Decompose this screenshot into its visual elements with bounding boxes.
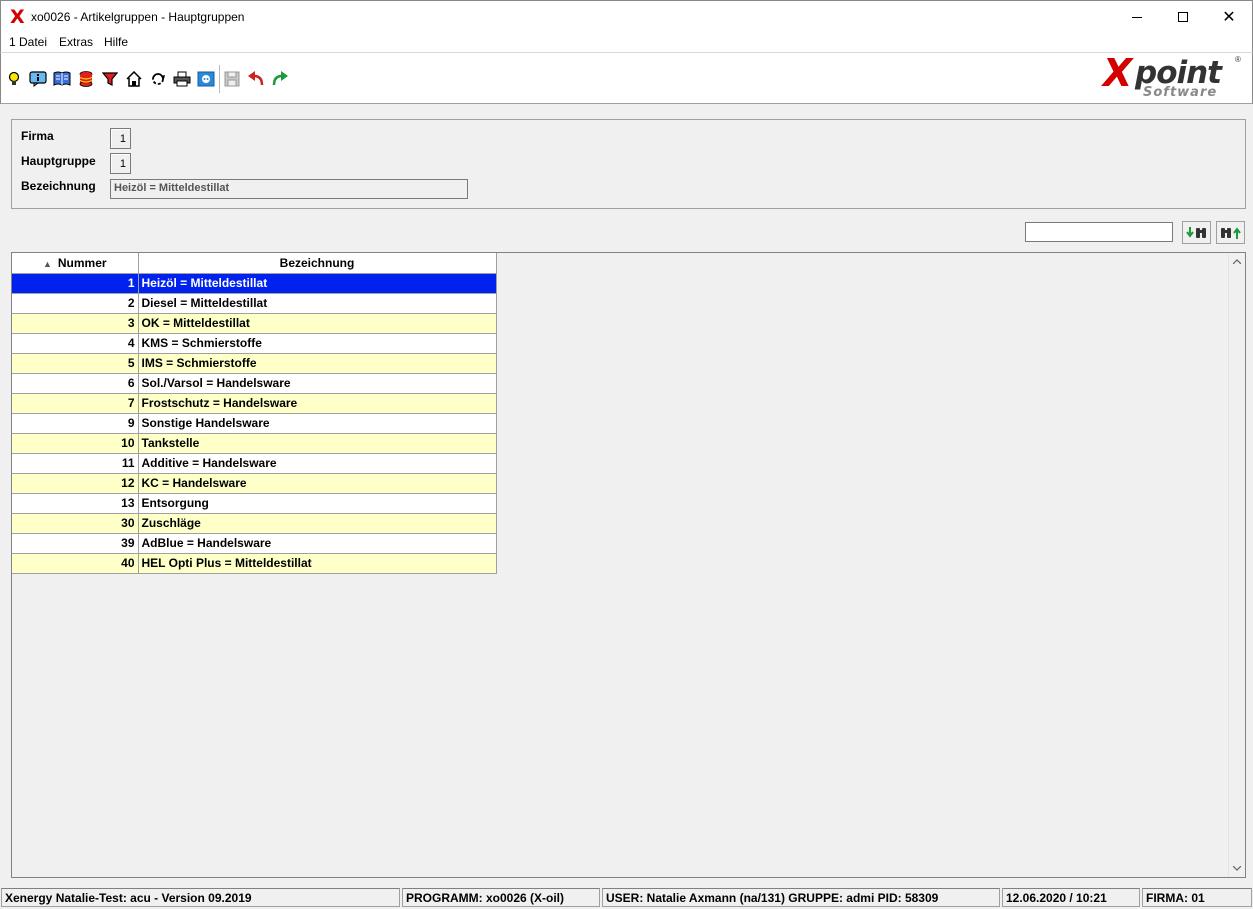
table-row[interactable]: 10 Tankstelle [12, 433, 497, 454]
find-down-icon [1185, 226, 1206, 238]
find-up-icon [1220, 226, 1241, 239]
cell-nummer[interactable]: 9 [12, 413, 139, 434]
search-input[interactable] [1025, 222, 1173, 242]
hauptgruppe-field[interactable]: 1 [110, 153, 131, 174]
cell-bezeichnung[interactable]: OK = Mitteldestillat [138, 313, 497, 334]
logo-software: Software [1143, 85, 1218, 100]
column-header-nummer-label: Nummer [57, 255, 107, 270]
print-icon[interactable] [172, 69, 192, 89]
table-row[interactable]: 7 Frostschutz = Handelsware [12, 393, 497, 414]
table-row[interactable]: 30 Zuschläge [12, 513, 497, 534]
scroll-up-icon[interactable] [1229, 253, 1245, 270]
cell-nummer[interactable]: 12 [12, 473, 139, 494]
column-header-nummer[interactable]: ▲ Nummer [12, 253, 139, 274]
undo-icon[interactable] [246, 69, 266, 89]
firma-label: Firma [21, 129, 54, 143]
scroll-down-icon[interactable] [1229, 860, 1245, 877]
toolbar-separator [219, 65, 220, 93]
book-icon[interactable] [52, 69, 72, 89]
refresh-icon[interactable] [148, 69, 168, 89]
cell-bezeichnung[interactable]: Tankstelle [138, 433, 497, 454]
cell-bezeichnung[interactable]: KMS = Schmierstoffe [138, 333, 497, 354]
status-firma: FIRMA: 01 [1142, 888, 1252, 907]
title-bar: X xo0026 - Artikelgruppen - Hauptgruppen… [0, 0, 1253, 32]
cell-nummer[interactable]: 5 [12, 353, 139, 374]
cell-bezeichnung[interactable]: KC = Handelsware [138, 473, 497, 494]
cell-bezeichnung[interactable]: Zuschläge [138, 513, 497, 534]
minimize-icon[interactable] [1114, 1, 1160, 33]
cell-nummer[interactable]: 3 [12, 313, 139, 334]
cell-bezeichnung[interactable]: IMS = Schmierstoffe [138, 353, 497, 374]
hotkey-icon[interactable] [196, 69, 216, 89]
cell-nummer[interactable]: 13 [12, 493, 139, 514]
status-datetime: 12.06.2020 / 10:21 [1002, 888, 1140, 907]
menu-hilfe[interactable]: Hilfe [104, 35, 128, 49]
app-x-icon: X [10, 6, 25, 28]
lightbulb-icon[interactable] [4, 69, 24, 89]
find-down-button[interactable] [1182, 221, 1211, 244]
table-row[interactable]: 39 AdBlue = Handelsware [12, 533, 497, 554]
status-version: Xenergy Natalie-Test: acu - Version 09.2… [1, 888, 400, 907]
grid-area: ▲ Nummer Bezeichnung 1 Heizöl = Mitteldest… [11, 252, 1246, 878]
home-icon[interactable] [124, 69, 144, 89]
table-row[interactable]: 12 KC = Handelsware [12, 473, 497, 494]
window-title: xo0026 - Artikelgruppen - Hauptgruppen [31, 10, 245, 24]
data-grid: ▲ Nummer Bezeichnung 1 Heizöl = Mitteldest… [12, 253, 497, 574]
table-row[interactable]: 4 KMS = Schmierstoffe [12, 333, 497, 354]
vertical-scrollbar[interactable] [1228, 253, 1245, 877]
save-icon[interactable] [222, 69, 242, 89]
cell-bezeichnung[interactable]: Diesel = Mitteldestillat [138, 293, 497, 314]
cell-nummer[interactable]: 10 [12, 433, 139, 454]
toolbar: X point Software ® [0, 51, 1253, 104]
cell-nummer[interactable]: 40 [12, 553, 139, 574]
table-row[interactable]: 13 Entsorgung [12, 493, 497, 514]
filter-icon[interactable] [100, 69, 120, 89]
bezeichnung-field[interactable]: Heizöl = Mitteldestillat [110, 179, 468, 199]
cell-bezeichnung[interactable]: Entsorgung [138, 493, 497, 514]
menu-datei[interactable]: 1 Datei [9, 35, 47, 49]
bezeichnung-label: Bezeichnung [21, 179, 96, 193]
cell-nummer[interactable]: 39 [12, 533, 139, 554]
close-icon[interactable]: ✕ [1206, 1, 1252, 33]
table-row[interactable]: 9 Sonstige Handelsware [12, 413, 497, 434]
cell-nummer[interactable]: 11 [12, 453, 139, 474]
cell-nummer[interactable]: 2 [12, 293, 139, 314]
cell-bezeichnung[interactable]: Heizöl = Mitteldestillat [138, 273, 497, 294]
cell-nummer[interactable]: 7 [12, 393, 139, 414]
status-bar: Xenergy Natalie-Test: acu - Version 09.2… [0, 887, 1253, 909]
database-icon[interactable] [76, 69, 96, 89]
logo-registered: ® [1235, 55, 1241, 64]
cell-bezeichnung[interactable]: HEL Opti Plus = Mitteldestillat [138, 553, 497, 574]
table-row[interactable]: 40 HEL Opti Plus = Mitteldestillat [12, 553, 497, 574]
table-row[interactable]: 5 IMS = Schmierstoffe [12, 353, 497, 374]
cell-nummer[interactable]: 4 [12, 333, 139, 354]
find-up-button[interactable] [1216, 221, 1245, 244]
firma-field[interactable]: 1 [110, 128, 131, 149]
cell-bezeichnung[interactable]: Frostschutz = Handelsware [138, 393, 497, 414]
status-programm: PROGRAMM: xo0026 (X-oil) [402, 888, 600, 907]
cell-bezeichnung[interactable]: AdBlue = Handelsware [138, 533, 497, 554]
table-row[interactable]: 1 Heizöl = Mitteldestillat [12, 273, 497, 294]
maximize-icon[interactable] [1160, 1, 1206, 33]
table-row[interactable]: 2 Diesel = Mitteldestillat [12, 293, 497, 314]
menu-extras[interactable]: Extras [59, 35, 93, 49]
column-header-bezeichnung[interactable]: Bezeichnung [138, 253, 497, 274]
menu-bar: 1 Datei Extras Hilfe [0, 32, 1253, 52]
cell-nummer[interactable]: 30 [12, 513, 139, 534]
redo-icon[interactable] [270, 69, 290, 89]
cell-bezeichnung[interactable]: Additive = Handelsware [138, 453, 497, 474]
table-row[interactable]: 6 Sol./Varsol = Handelsware [12, 373, 497, 394]
status-user: USER: Natalie Axmann (na/131) GRUPPE: ad… [602, 888, 1000, 907]
info-icon[interactable] [28, 69, 48, 89]
cell-bezeichnung[interactable]: Sonstige Handelsware [138, 413, 497, 434]
logo-x: X [1103, 51, 1133, 95]
sort-ascending-icon: ▲ [42, 258, 52, 269]
cell-nummer[interactable]: 6 [12, 373, 139, 394]
cell-nummer[interactable]: 1 [12, 273, 139, 294]
cell-bezeichnung[interactable]: Sol./Varsol = Handelsware [138, 373, 497, 394]
table-row[interactable]: 11 Additive = Handelsware [12, 453, 497, 474]
table-row[interactable]: 3 OK = Mitteldestillat [12, 313, 497, 334]
xpoint-software-logo: X point Software ® [1101, 51, 1243, 101]
hauptgruppe-label: Hauptgruppe [21, 154, 96, 168]
